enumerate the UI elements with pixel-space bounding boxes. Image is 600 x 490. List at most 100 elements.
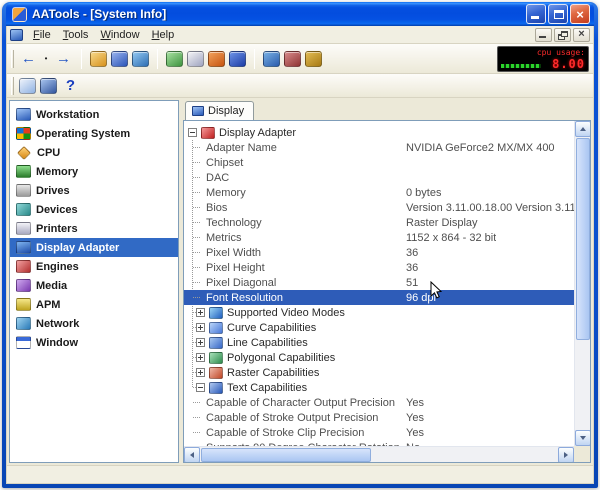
help-icon[interactable]: ?	[61, 77, 80, 95]
expand-icon[interactable]	[196, 368, 205, 377]
sidebar-item-apm[interactable]: APM	[10, 295, 178, 314]
sidebar-item-drives[interactable]: Drives	[10, 181, 178, 200]
collapse-icon[interactable]	[196, 383, 205, 392]
close-button[interactable]: ×	[570, 4, 590, 24]
horizontal-scrollbar-thumb[interactable]	[201, 448, 371, 462]
toolbar2-grip[interactable]	[11, 77, 14, 95]
tree-group-line-capabilities[interactable]: Line Capabilities	[184, 335, 574, 350]
drives-icon	[16, 184, 31, 197]
property-name: Metrics	[206, 232, 406, 244]
tree-item-bios[interactable]: BiosVersion 3.11.00.18.00 Version 3.11.0…	[184, 200, 574, 215]
benchmark-icon[interactable]	[229, 51, 246, 67]
tab-display[interactable]: Display	[185, 101, 254, 120]
sidebar-item-network[interactable]: Network	[10, 314, 178, 333]
menu-tools[interactable]: Tools	[57, 28, 95, 42]
tree-item-chipset[interactable]: Chipset	[184, 155, 574, 170]
tree-group-curve-capabilities[interactable]: Curve Capabilities	[184, 320, 574, 335]
tree-item-pixel-width[interactable]: Pixel Width36	[184, 245, 574, 260]
sidebar-item-display-adapter[interactable]: Display Adapter	[10, 238, 178, 257]
toolbar-main: ←•→ cpu usage: 8.00	[7, 44, 593, 74]
engines-icon	[16, 260, 31, 273]
display-info-icon[interactable]	[263, 51, 280, 67]
mdi-minimize-button[interactable]	[535, 28, 552, 42]
sidebar-item-workstation[interactable]: Workstation	[10, 105, 178, 124]
tree-group-label: Supported Video Modes	[227, 307, 345, 319]
expand-icon[interactable]	[196, 338, 205, 347]
sidebar-item-label: Media	[36, 280, 67, 292]
sidebar-item-memory[interactable]: Memory	[10, 162, 178, 181]
expand-icon[interactable]	[196, 353, 205, 362]
tree-item-pixel-height[interactable]: Pixel Height36	[184, 260, 574, 275]
tree-group-display-adapter[interactable]: Display Adapter	[184, 125, 574, 140]
new-report-icon[interactable]	[19, 78, 36, 94]
tree-group-polygonal-capabilities[interactable]: Polygonal Capabilities	[184, 350, 574, 365]
tree-item-pixel-diagonal[interactable]: Pixel Diagonal51	[184, 275, 574, 290]
reports-book-icon[interactable]	[111, 51, 128, 67]
tree-group-supported-video-modes[interactable]: Supported Video Modes	[184, 305, 574, 320]
horizontal-scrollbar[interactable]	[184, 446, 574, 462]
export-window-icon[interactable]	[166, 51, 183, 67]
tree-group-text-capabilities[interactable]: Text Capabilities	[184, 380, 574, 395]
property-value: 1152 x 864 - 32 bit	[406, 232, 496, 244]
property-value: 51	[406, 277, 418, 289]
back-icon[interactable]: ←	[19, 50, 38, 68]
sidebar-item-window[interactable]: Window	[10, 333, 178, 352]
sidebar-list: WorkstationOperating SystemCPUMemoryDriv…	[10, 105, 178, 352]
menu-items: FileToolsWindowHelp	[27, 28, 535, 42]
performance-icon[interactable]	[208, 51, 225, 67]
vertical-scrollbar-thumb[interactable]	[576, 138, 590, 340]
sidebar-item-operating-system[interactable]: Operating System	[10, 124, 178, 143]
tree-item-dac[interactable]: DAC	[184, 170, 574, 185]
menu-window[interactable]: Window	[94, 28, 145, 42]
property-name: Capable of Character Output Precision	[206, 397, 406, 409]
sidebar-item-printers[interactable]: Printers	[10, 219, 178, 238]
collapse-icon[interactable]	[188, 128, 197, 137]
maximize-button[interactable]	[548, 4, 568, 24]
tree-group-label: Text Capabilities	[227, 382, 307, 394]
system-info-window-icon[interactable]	[10, 29, 23, 41]
tree-item-font-resolution[interactable]: Font Resolution96 dpi	[184, 290, 574, 305]
menu-file[interactable]: File	[27, 28, 57, 42]
settings-icon[interactable]	[305, 51, 322, 67]
tree-item-adapter-name[interactable]: Adapter NameNVIDIA GeForce2 MX/MX 400	[184, 140, 574, 155]
vertical-scrollbar[interactable]	[574, 121, 590, 446]
tree-group-raster-capabilities[interactable]: Raster Capabilities	[184, 365, 574, 380]
tree-item-technology[interactable]: TechnologyRaster Display	[184, 215, 574, 230]
video-modes-icon	[209, 307, 223, 319]
sidebar-item-label: Display Adapter	[36, 242, 119, 254]
expand-icon[interactable]	[196, 323, 205, 332]
sidebar-item-engines[interactable]: Engines	[10, 257, 178, 276]
menu-bar: FileToolsWindowHelp ×	[7, 26, 593, 44]
title-bar[interactable]: AATools - [System Info] ×	[6, 2, 594, 26]
property-name: Pixel Height	[206, 262, 406, 274]
property-value: Version 3.11.00.18.00 Version 3.11.00.18…	[406, 202, 574, 214]
scroll-left-button[interactable]	[184, 447, 200, 463]
tree-item-capable-of-character-output-precision[interactable]: Capable of Character Output PrecisionYes	[184, 395, 574, 410]
report-view-icon[interactable]	[187, 51, 204, 67]
expand-icon[interactable]	[196, 308, 205, 317]
tree-item-memory[interactable]: Memory0 bytes	[184, 185, 574, 200]
tree-item-capable-of-stroke-clip-precision[interactable]: Capable of Stroke Clip PrecisionYes	[184, 425, 574, 440]
address-book-icon[interactable]	[90, 51, 107, 67]
devices-icon	[16, 203, 31, 216]
sidebar-item-cpu[interactable]: CPU	[10, 143, 178, 162]
tree-item-capable-of-stroke-output-precision[interactable]: Capable of Stroke Output PrecisionYes	[184, 410, 574, 425]
tree-item-metrics[interactable]: Metrics1152 x 864 - 32 bit	[184, 230, 574, 245]
system-browser-icon[interactable]	[132, 51, 149, 67]
mdi-restore-button[interactable]	[554, 28, 571, 42]
sidebar-item-media[interactable]: Media	[10, 276, 178, 295]
polygonal-capabilities-icon	[209, 352, 223, 364]
mdi-close-button[interactable]: ×	[573, 28, 590, 42]
nav-dot-icon[interactable]: •	[42, 50, 50, 68]
menu-help[interactable]: Help	[146, 28, 181, 42]
minimize-button[interactable]	[526, 4, 546, 24]
forward-icon[interactable]: →	[54, 50, 73, 68]
scroll-down-button[interactable]	[575, 430, 591, 446]
scroll-right-button[interactable]	[558, 447, 574, 463]
toolbar-grip[interactable]	[11, 50, 14, 68]
property-name: Technology	[206, 217, 406, 229]
scan-icon[interactable]	[284, 51, 301, 67]
grid-view-icon[interactable]	[40, 78, 57, 94]
scroll-up-button[interactable]	[575, 121, 591, 137]
sidebar-item-devices[interactable]: Devices	[10, 200, 178, 219]
